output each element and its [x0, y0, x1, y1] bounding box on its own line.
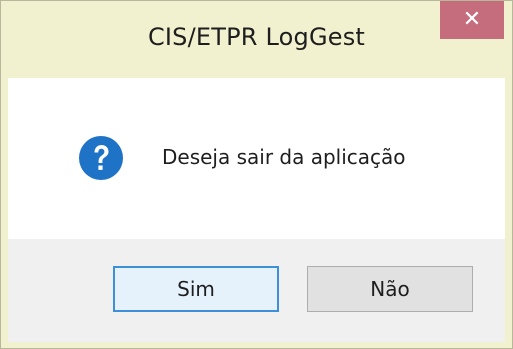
yes-button-label: Sim	[177, 277, 215, 301]
window-title: CIS/ETPR LogGest	[147, 23, 366, 51]
close-button[interactable]: ✕	[440, 1, 504, 39]
message-area: Deseja sair da aplicação	[8, 78, 505, 239]
no-button[interactable]: Não	[307, 266, 473, 312]
question-icon	[79, 136, 123, 180]
yes-button[interactable]: Sim	[113, 266, 279, 312]
dialog-message: Deseja sair da aplicação	[162, 145, 406, 169]
no-button-label: Não	[370, 277, 410, 301]
dialog-window: CIS/ETPR LogGest ✕ Deseja sair da aplica…	[0, 0, 513, 349]
close-icon: ✕	[462, 7, 482, 32]
dialog-client-area: Deseja sair da aplicação Sim Não	[8, 78, 505, 342]
title-bar[interactable]: CIS/ETPR LogGest ✕	[1, 1, 512, 78]
